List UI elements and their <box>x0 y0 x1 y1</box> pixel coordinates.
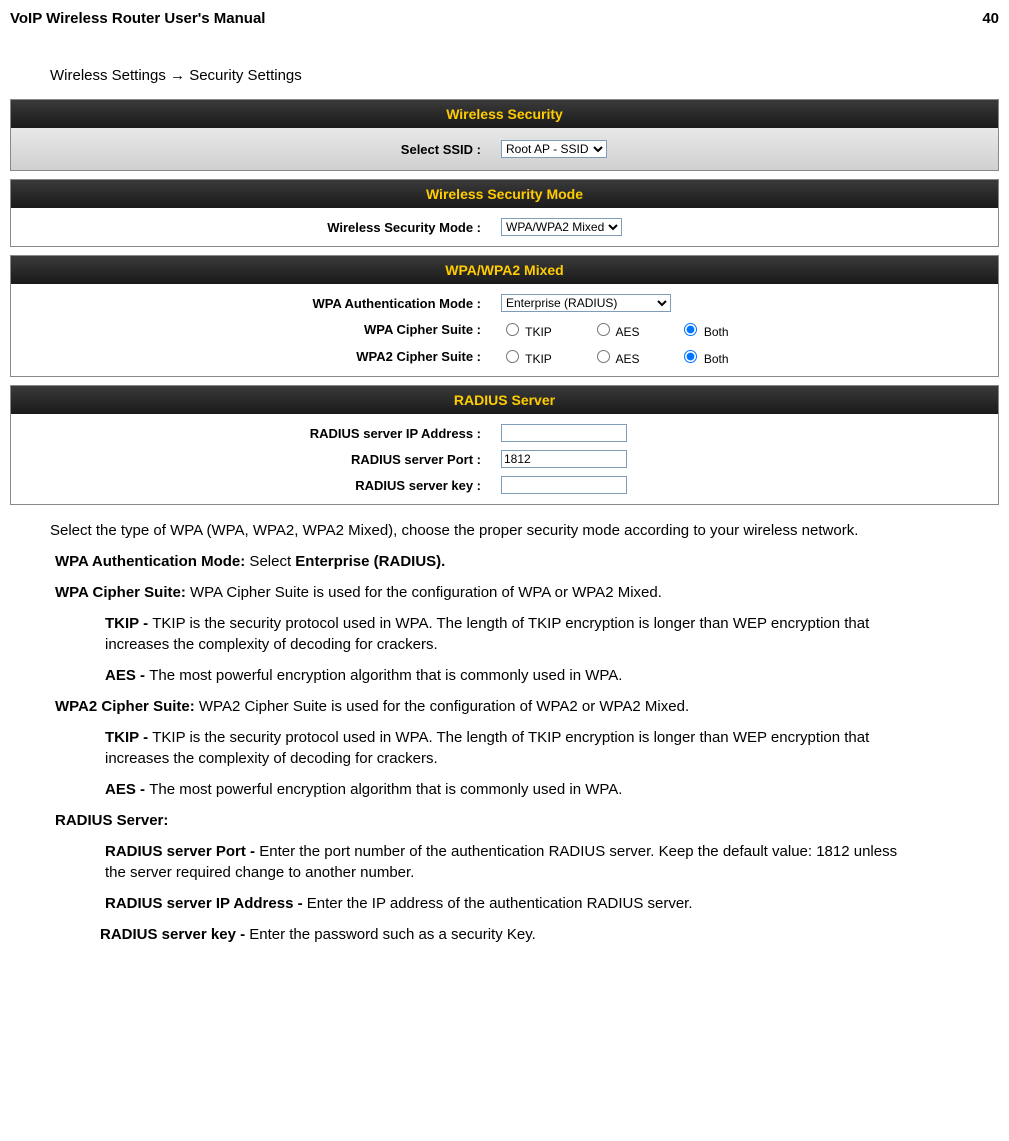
wpa-wpa2-mixed-panel: WPA/WPA2 Mixed WPA Authentication Mode :… <box>10 255 999 377</box>
radius-server-panel: RADIUS Server RADIUS server IP Address :… <box>10 385 999 505</box>
page-header: VoIP Wireless Router User's Manual 40 <box>10 10 999 27</box>
page-number: 40 <box>982 10 999 27</box>
radius-port-description: RADIUS server Port - Enter the port numb… <box>105 841 904 883</box>
bold-label: AES - <box>105 667 149 684</box>
radio-label: AES <box>615 352 639 366</box>
bold-value: Enterprise (RADIUS). <box>295 553 445 570</box>
wpa-both-radio[interactable] <box>684 323 697 336</box>
security-mode-dropdown[interactable]: WPA/WPA2 Mixed <box>501 218 622 236</box>
radius-key-input[interactable] <box>501 476 627 494</box>
text-span: WPA2 Cipher Suite is used for the config… <box>195 698 689 715</box>
panel-title: WPA/WPA2 Mixed <box>11 256 998 284</box>
radius-key-label: RADIUS server key : <box>11 478 501 493</box>
security-mode-label: Wireless Security Mode : <box>11 220 501 235</box>
radius-port-label: RADIUS server Port : <box>11 452 501 467</box>
wpa2-tkip-radio[interactable] <box>506 350 519 363</box>
radius-key-description: RADIUS server key - Enter the password s… <box>100 924 909 945</box>
select-ssid-dropdown[interactable]: Root AP - SSID <box>501 140 607 158</box>
radio-label: Both <box>704 352 729 366</box>
wpa-auth-description: WPA Authentication Mode: Select Enterpri… <box>55 551 954 572</box>
select-ssid-label: Select SSID : <box>11 142 501 157</box>
wpa-auth-mode-dropdown[interactable]: Enterprise (RADIUS) <box>501 294 671 312</box>
tkip2-description: TKIP - TKIP is the security protocol use… <box>105 727 904 769</box>
wpa2-cipher-suite-group: TKIP AES Both <box>501 347 749 366</box>
text-span: TKIP is the security protocol used in WP… <box>105 729 869 767</box>
tkip-description: TKIP - TKIP is the security protocol use… <box>105 613 904 655</box>
bold-label: RADIUS server key - <box>100 926 249 943</box>
radius-port-input[interactable] <box>501 450 627 468</box>
radio-label: Both <box>704 325 729 339</box>
bold-label: RADIUS server IP Address - <box>105 895 307 912</box>
radius-ip-label: RADIUS server IP Address : <box>11 426 501 441</box>
text-span: Enter the password such as a security Ke… <box>249 926 536 943</box>
bold-label: WPA2 Cipher Suite: <box>55 698 195 715</box>
panel-title: RADIUS Server <box>11 386 998 414</box>
wireless-security-panel: Wireless Security Select SSID : Root AP … <box>10 99 999 171</box>
wpa2-cipher-description: WPA2 Cipher Suite: WPA2 Cipher Suite is … <box>55 696 954 717</box>
wireless-security-mode-panel: Wireless Security Mode Wireless Security… <box>10 179 999 247</box>
text-span: The most powerful encryption algorithm t… <box>149 667 622 684</box>
aes-description: AES - The most powerful encryption algor… <box>105 665 904 686</box>
text-span: Enter the IP address of the authenticati… <box>307 895 693 912</box>
panel-title: Wireless Security Mode <box>11 180 998 208</box>
bold-label: RADIUS server Port - <box>105 843 259 860</box>
wpa-cipher-description: WPA Cipher Suite: WPA Cipher Suite is us… <box>55 582 954 603</box>
radius-ip-description: RADIUS server IP Address - Enter the IP … <box>105 893 904 914</box>
wpa2-aes-radio[interactable] <box>597 350 610 363</box>
radio-label: AES <box>615 325 639 339</box>
text-span: WPA Cipher Suite is used for the configu… <box>186 584 662 601</box>
wpa2-cipher-suite-label: WPA2 Cipher Suite : <box>11 349 501 364</box>
wpa-aes-radio[interactable] <box>597 323 610 336</box>
radio-label: TKIP <box>525 352 552 366</box>
intro-text: Select the type of WPA (WPA, WPA2, WPA2 … <box>50 520 959 541</box>
bold-label: WPA Authentication Mode: <box>55 553 245 570</box>
bold-label: WPA Cipher Suite: <box>55 584 186 601</box>
manual-title: VoIP Wireless Router User's Manual <box>10 10 265 27</box>
wpa-cipher-suite-group: TKIP AES Both <box>501 320 749 339</box>
wpa2-both-radio[interactable] <box>684 350 697 363</box>
bold-label: AES - <box>105 781 149 798</box>
aes2-description: AES - The most powerful encryption algor… <box>105 779 904 800</box>
breadcrumb: Wireless Settings → Security Settings <box>50 67 999 84</box>
text-span: TKIP is the security protocol used in WP… <box>105 615 869 653</box>
wpa-auth-mode-label: WPA Authentication Mode : <box>11 296 501 311</box>
radio-label: TKIP <box>525 325 552 339</box>
radius-server-heading: RADIUS Server: <box>55 810 954 831</box>
bold-label: TKIP - <box>105 615 152 632</box>
text-span: The most powerful encryption algorithm t… <box>149 781 622 798</box>
bold-label: RADIUS Server: <box>55 812 168 829</box>
panel-title: Wireless Security <box>11 100 998 128</box>
bold-label: TKIP - <box>105 729 152 746</box>
text-span: Select <box>245 553 295 570</box>
radius-ip-input[interactable] <box>501 424 627 442</box>
wpa-cipher-suite-label: WPA Cipher Suite : <box>11 322 501 337</box>
wpa-tkip-radio[interactable] <box>506 323 519 336</box>
